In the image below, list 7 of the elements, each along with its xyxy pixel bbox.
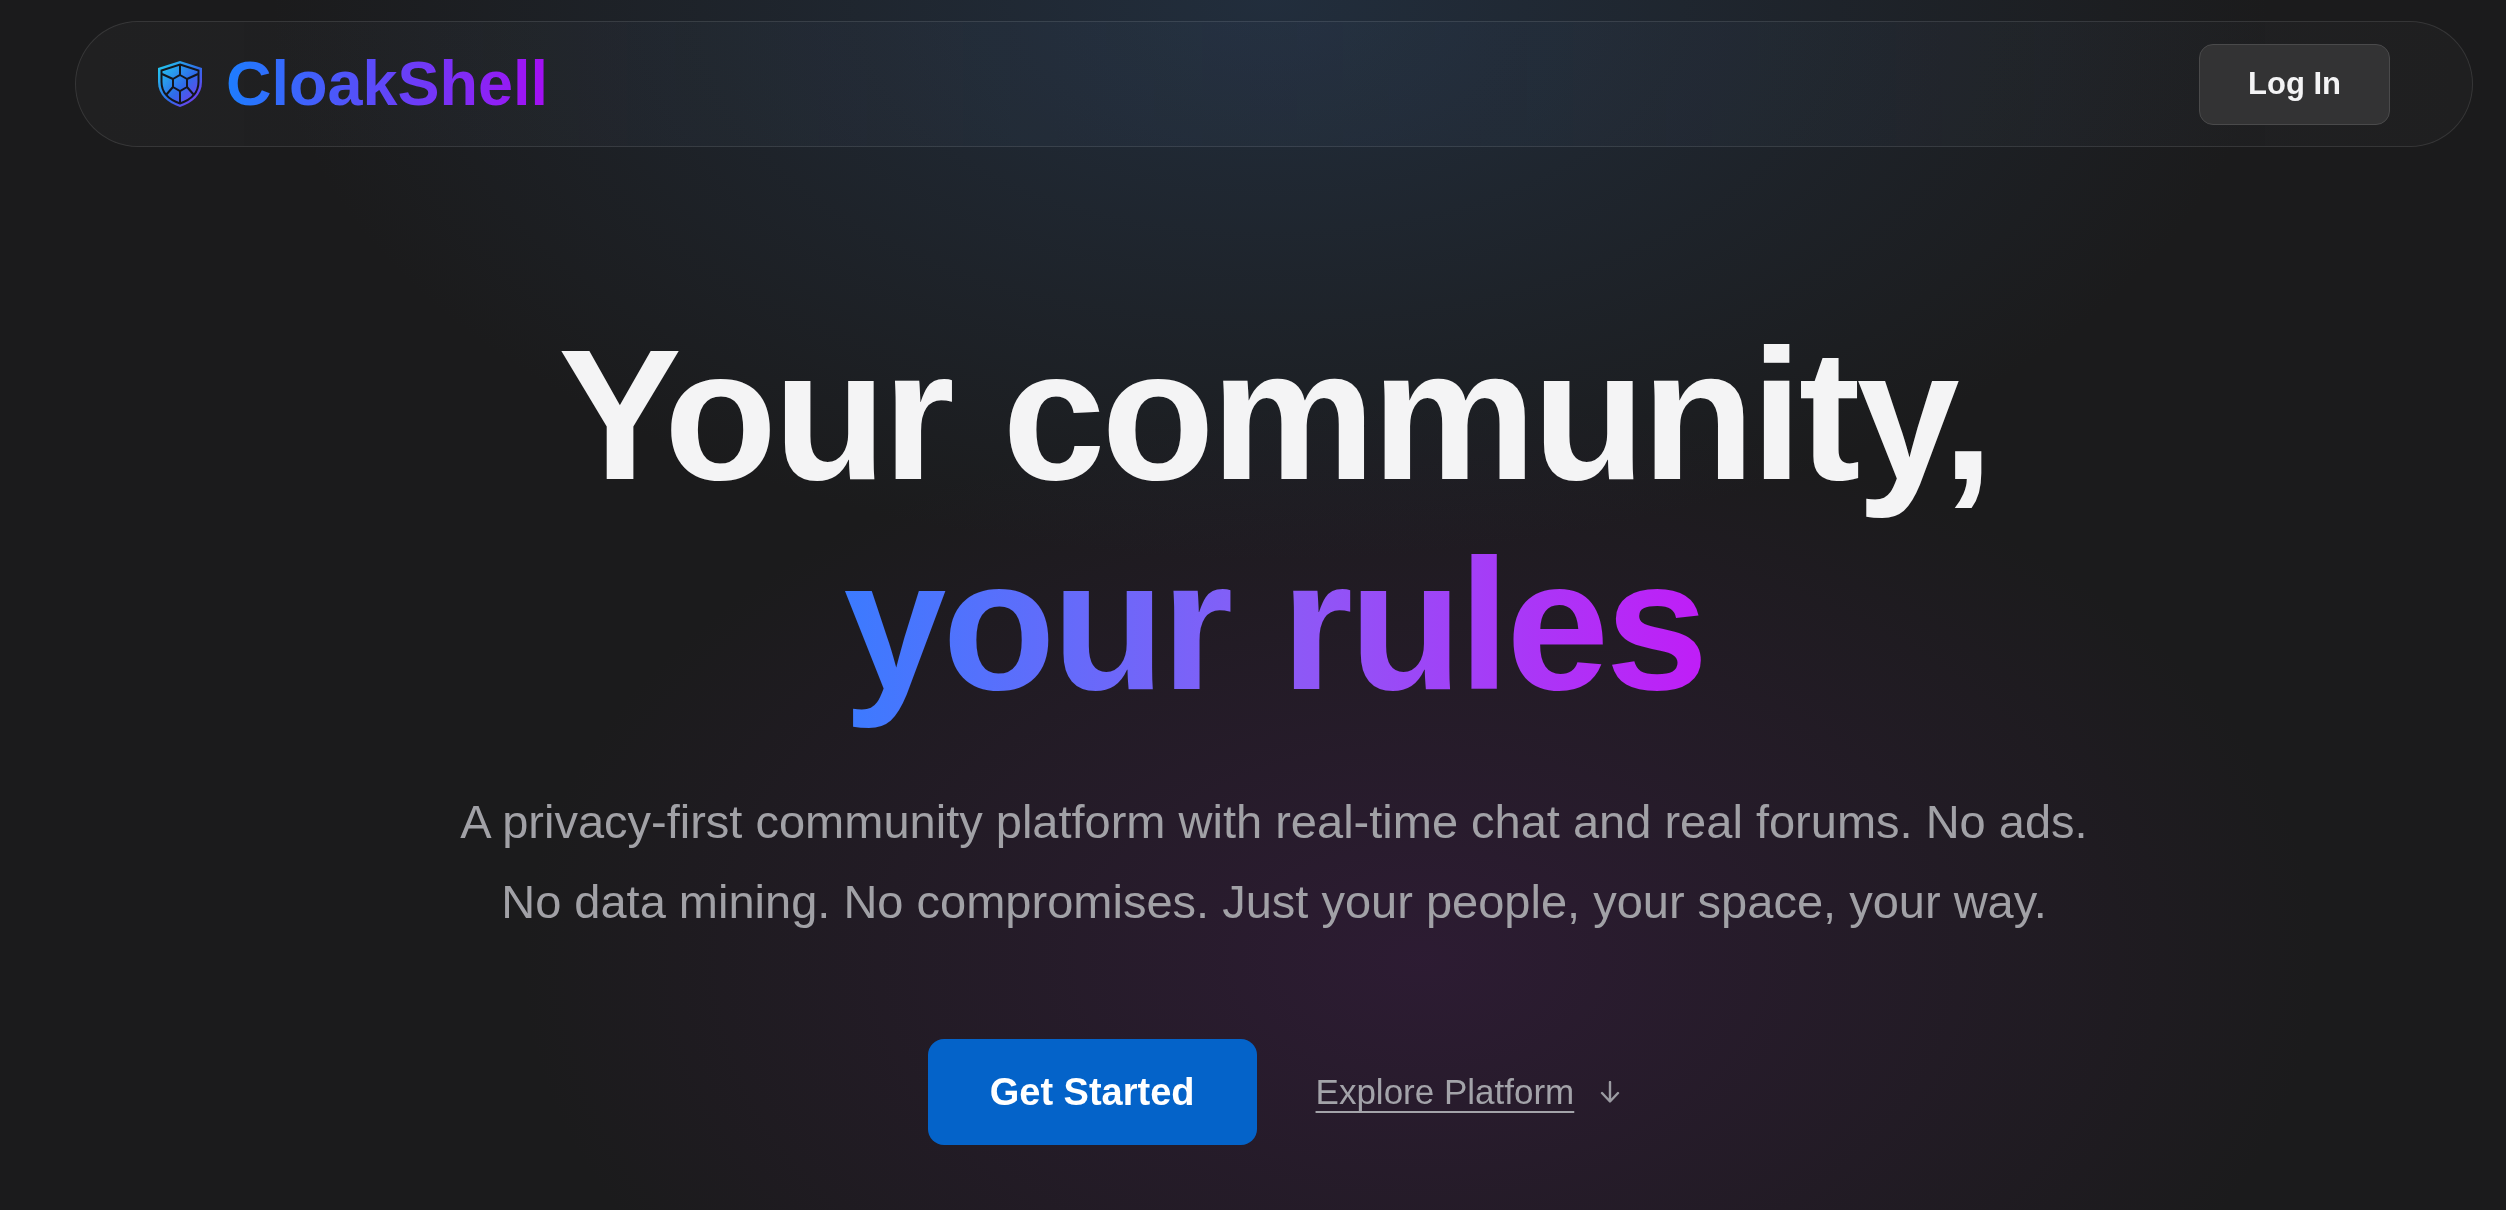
get-started-button[interactable]: Get Started xyxy=(927,1039,1257,1145)
shield-logo-icon xyxy=(156,60,204,108)
explore-platform-link[interactable]: Explore Platform xyxy=(1315,1072,1621,1112)
arrow-down-icon xyxy=(1600,1081,1621,1103)
hero-subtitle: A privacy-first community platform with real-time chat and real forums. No ads. No data mining. No compromises. Just your people, your space, your way. xyxy=(459,794,2089,930)
login-button[interactable]: Log In xyxy=(2199,43,2390,125)
hero-headline: Your community, your rules xyxy=(558,310,1990,730)
